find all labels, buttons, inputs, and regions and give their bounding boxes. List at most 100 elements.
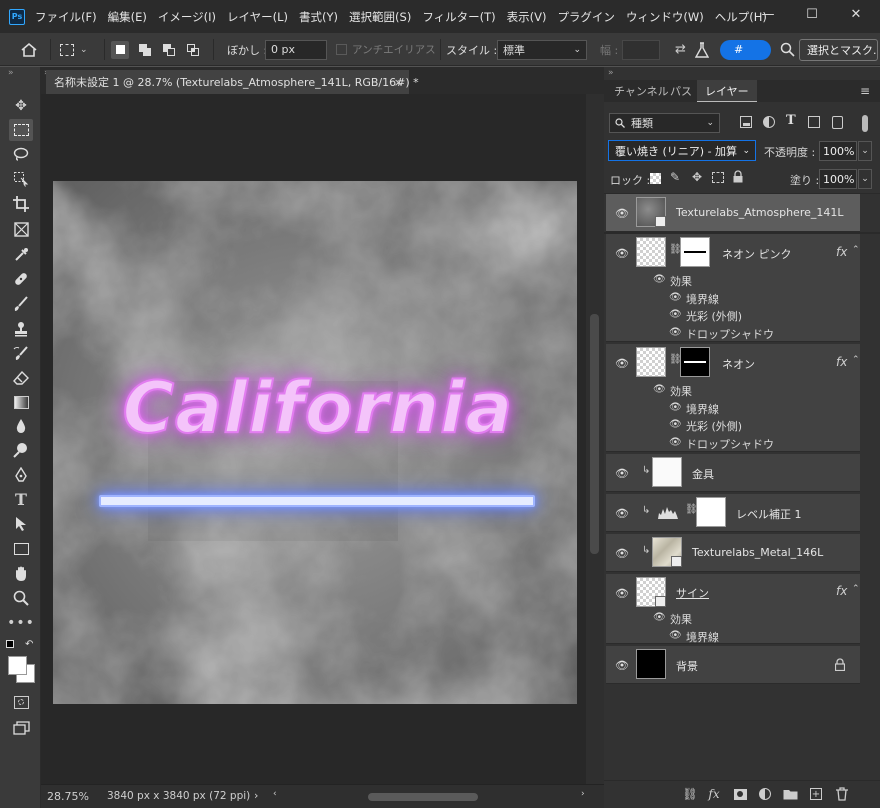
close-document-icon[interactable]: ×	[394, 76, 403, 89]
select-and-mask-button[interactable]: 選択とマスク...	[799, 38, 878, 61]
collapse-effects-icon[interactable]: ⌃	[852, 245, 860, 255]
lock-transparent-pixels-icon[interactable]	[650, 173, 661, 184]
collapse-effects-icon[interactable]: ⌃	[852, 584, 860, 594]
menu-layer[interactable]: レイヤー(L)	[227, 9, 288, 25]
move-tool-icon[interactable]: ✥	[9, 95, 33, 117]
foreground-color-swatch[interactable]	[8, 656, 27, 675]
menu-image[interactable]: イメージ(I)	[158, 9, 216, 25]
layer-name[interactable]: ネオン	[722, 356, 755, 372]
visibility-eye-icon[interactable]: 👁	[615, 546, 629, 560]
layer-levels-adjustment[interactable]: 👁 ↳ ⛓ レベル補正 1	[606, 494, 860, 532]
visibility-eye-icon[interactable]: 👁	[669, 327, 682, 338]
filter-toggle-switch[interactable]	[862, 115, 868, 132]
type-tool-icon[interactable]: T	[9, 488, 33, 510]
visibility-eye-icon[interactable]: 👁	[653, 612, 666, 623]
layer-name[interactable]: Texturelabs_Atmosphere_141L	[676, 206, 844, 219]
blur-tool-icon[interactable]	[9, 415, 33, 437]
style-select[interactable]: 標準 ⌄	[497, 39, 587, 60]
layer-name[interactable]: Texturelabs_Metal_146L	[692, 546, 823, 559]
home-icon[interactable]	[20, 33, 38, 66]
blend-mode-select[interactable]: 覆い焼き (リニア) - 加算 ⌄	[608, 140, 756, 161]
antialias-checkbox[interactable]	[336, 33, 347, 66]
layer-name[interactable]: 金具	[692, 466, 714, 482]
dodge-tool-icon[interactable]	[9, 439, 33, 461]
menu-view[interactable]: 表示(V)	[507, 9, 547, 25]
history-brush-tool-icon[interactable]	[9, 343, 33, 365]
vertical-scroll-thumb[interactable]	[590, 314, 599, 554]
layer-metal-texture[interactable]: 👁 ↳ Texturelabs_Metal_146L	[606, 534, 860, 572]
effect-stroke[interactable]: 境界線	[686, 291, 719, 307]
effect-drop-shadow[interactable]: ドロップシャドウ	[686, 436, 774, 452]
hash-toggle[interactable]: #	[720, 39, 771, 60]
visibility-eye-icon[interactable]: 👁	[615, 506, 629, 520]
zoom-level[interactable]: 28.75%	[47, 790, 89, 803]
new-group-icon[interactable]	[781, 785, 799, 803]
menu-select[interactable]: 選択範囲(S)	[349, 9, 411, 25]
more-tools-icon[interactable]: •••	[7, 612, 34, 634]
visibility-eye-icon[interactable]: 👁	[615, 246, 629, 260]
add-mask-icon[interactable]	[731, 785, 749, 803]
fill-input[interactable]: 100%	[819, 169, 857, 189]
scroll-right-icon[interactable]: ›	[581, 789, 585, 799]
lock-image-pixels-icon[interactable]: ✎	[670, 170, 680, 184]
visibility-eye-icon[interactable]: 👁	[615, 466, 629, 480]
collapse-toolbar-icon[interactable]: »	[8, 68, 14, 78]
layer-atmosphere[interactable]: 👁 Texturelabs_Atmosphere_141L	[606, 194, 860, 232]
lock-all-icon[interactable]	[733, 170, 743, 183]
effect-stroke[interactable]: 境界線	[686, 401, 719, 417]
photoshop-logo[interactable]: Ps	[9, 8, 25, 25]
add-to-selection-icon[interactable]	[136, 41, 154, 59]
menu-edit[interactable]: 編集(E)	[108, 9, 147, 25]
visibility-eye-icon[interactable]: 👁	[669, 309, 682, 320]
scroll-left-icon[interactable]: ‹	[273, 789, 277, 799]
swap-colors-icon[interactable]: ↶	[25, 639, 33, 650]
tab-paths[interactable]: パス	[670, 80, 692, 102]
visibility-eye-icon[interactable]: 👁	[669, 292, 682, 303]
maximize-button[interactable]: ☐	[792, 0, 832, 28]
spot-healing-brush-icon[interactable]	[9, 268, 33, 290]
filter-pixel-layer-icon[interactable]	[740, 116, 752, 128]
visibility-eye-icon[interactable]: 👁	[653, 274, 666, 285]
collapse-effects-icon[interactable]: ⌃	[852, 355, 860, 365]
status-menu-arrow[interactable]: ›	[254, 789, 258, 802]
search-icon[interactable]	[780, 33, 795, 66]
subtract-from-selection-icon[interactable]	[160, 41, 178, 59]
visibility-eye-icon[interactable]: 👁	[653, 384, 666, 395]
layer-mask-thumbnail[interactable]	[696, 497, 726, 527]
swap-icon[interactable]: ⇄	[675, 33, 686, 66]
feather-input[interactable]: 0 px	[265, 39, 327, 60]
visibility-eye-icon[interactable]: 👁	[615, 206, 629, 220]
minimize-button[interactable]: —	[748, 0, 788, 28]
filter-type-layer-icon[interactable]: T	[786, 113, 796, 128]
layer-background[interactable]: 👁 背景	[606, 646, 860, 684]
rectangular-marquee-tool-icon[interactable]	[9, 119, 33, 141]
fx-badge[interactable]: fx	[836, 584, 847, 598]
gradient-tool-icon[interactable]	[9, 391, 33, 413]
new-adjustment-layer-icon[interactable]	[756, 785, 774, 803]
quick-mask-icon[interactable]	[9, 691, 33, 713]
layer-name[interactable]: ネオン ピンク	[722, 246, 792, 262]
object-selection-tool-icon[interactable]	[9, 168, 33, 190]
fill-dropdown-icon[interactable]: ⌄	[858, 169, 872, 189]
path-selection-tool-icon[interactable]	[9, 513, 33, 535]
pen-tool-icon[interactable]	[9, 464, 33, 486]
fx-badge[interactable]: fx	[836, 355, 847, 369]
document-size-info[interactable]: 3840 px x 3840 px (72 ppi)	[107, 790, 250, 802]
fx-badge[interactable]: fx	[836, 245, 847, 259]
layer-mask-thumbnail[interactable]	[680, 347, 710, 377]
panel-menu-icon[interactable]: ≡	[860, 80, 870, 102]
frame-tool-icon[interactable]	[9, 218, 33, 240]
horizontal-scroll-thumb[interactable]	[368, 793, 478, 801]
effect-stroke[interactable]: 境界線	[686, 629, 719, 645]
visibility-eye-icon[interactable]: 👁	[669, 402, 682, 413]
clone-stamp-tool-icon[interactable]	[9, 318, 33, 340]
menu-window[interactable]: ウィンドウ(W)	[626, 9, 704, 25]
lock-position-icon[interactable]: ✥	[692, 170, 702, 184]
brush-tool-icon[interactable]	[9, 293, 33, 315]
layer-mask-thumbnail[interactable]	[680, 237, 710, 267]
visibility-eye-icon[interactable]: 👁	[615, 658, 629, 672]
visibility-eye-icon[interactable]: 👁	[669, 419, 682, 430]
add-layer-style-icon[interactable]: fx	[705, 785, 723, 803]
canvas-image[interactable]: California	[53, 181, 577, 704]
visibility-eye-icon[interactable]: 👁	[615, 356, 629, 370]
